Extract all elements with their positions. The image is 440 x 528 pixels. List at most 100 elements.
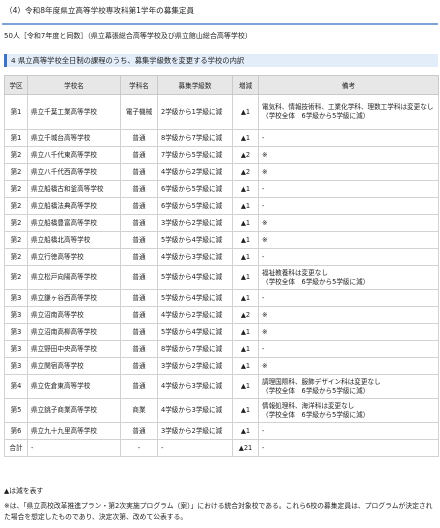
change-cell: ▲1 bbox=[232, 398, 259, 423]
change-cell: ▲1 bbox=[232, 180, 259, 198]
department-cell: 普通 bbox=[120, 197, 158, 215]
school-cell: 県立船橋豊富高等学校 bbox=[27, 214, 121, 232]
header-school: 学校名 bbox=[27, 75, 121, 95]
footnote: ※は、「県立高校改革推進プラン・第2次実施プログラム（案）」における統合対象校で… bbox=[4, 502, 433, 521]
school-cell: 県立船橋法典高等学校 bbox=[27, 197, 121, 215]
note-cell: ※ bbox=[258, 214, 439, 232]
district-cell: 第3 bbox=[4, 357, 28, 375]
note-cell: - bbox=[258, 422, 439, 440]
change-cell: ▲1 bbox=[232, 94, 259, 130]
district-cell: 第3 bbox=[4, 306, 28, 324]
school-cell: 県立沼南高柳高等学校 bbox=[27, 323, 121, 341]
district-cell: 第2 bbox=[4, 197, 28, 215]
note-cell: - bbox=[258, 129, 439, 147]
department-cell: 電子機械 bbox=[120, 94, 158, 130]
school-cell: 県立鎌ヶ谷西高等学校 bbox=[27, 289, 121, 307]
school-cell: 県立千城台高等学校 bbox=[27, 129, 121, 147]
note-cell: - bbox=[258, 289, 439, 307]
table-row: 第3 県立野田中央高等学校 普通 8学級から7学級に減 ▲1- bbox=[4, 340, 439, 358]
department-cell: 普通 bbox=[120, 129, 158, 147]
department-cell: 商業 bbox=[120, 398, 158, 423]
department-cell: 普通 bbox=[120, 422, 158, 440]
classes-cell: 2学級から1学級に減 bbox=[157, 94, 233, 130]
classes-cell: 5学級から4学級に減 bbox=[157, 323, 233, 341]
header-district: 学区 bbox=[4, 75, 28, 95]
note-cell: - bbox=[258, 248, 439, 266]
district-cell: 第2 bbox=[4, 265, 28, 290]
department-cell: 普通 bbox=[120, 374, 158, 399]
change-cell: ▲21 bbox=[232, 439, 259, 457]
table-row: 第2 県立八千代東高等学校 普通 7学級から5学級に減 ▲2 ※ bbox=[4, 146, 439, 164]
table-row: 第2 県立松戸向陽高等学校 普通 5学級から4学級に減 ▲1 福祉教養科は変更なし （学校… bbox=[4, 265, 439, 290]
classes-cell: 3学級から2学級に減 bbox=[157, 357, 233, 375]
table-row: 第2 県立船橋法典高等学校 普通 6学級から5学級に減 ▲1- bbox=[4, 197, 439, 215]
note-cell: 福祉教養科は変更なし （学校全体 6学級から5学級に減） bbox=[258, 265, 439, 290]
header-notes: 備考 bbox=[258, 75, 439, 95]
change-table: 学区 学校名 学科名 募集学級数 増減 備考 第1 県立千葉工業高等学校 電子機械 2… bbox=[4, 75, 439, 457]
note-cell: ※ bbox=[258, 146, 439, 164]
department-cell: 普通 bbox=[120, 248, 158, 266]
note-cell: - bbox=[258, 439, 439, 457]
district-cell: 第5 bbox=[4, 398, 28, 423]
department-cell: 普通 bbox=[120, 214, 158, 232]
school-cell: 県立沼南高等学校 bbox=[27, 306, 121, 324]
table-row: 第3 県立鎌ヶ谷西高等学校 普通 5学級から4学級に減 ▲1- bbox=[4, 289, 439, 307]
table-row: 第3 県立関宿高等学校 普通 3学級から2学級に減 ▲1 ※ bbox=[4, 357, 439, 375]
enrollment-line: 50人［令和7年度と同数］（県立幕張総合高等学校及び県立館山総合高等学校） bbox=[4, 32, 252, 40]
school-cell: 県立行徳高等学校 bbox=[27, 248, 121, 266]
district-cell: 第6 bbox=[4, 422, 28, 440]
table-row: 第2 県立船橋豊富高等学校 普通 3学級から2学級に減 ▲1 ※ bbox=[4, 214, 439, 232]
change-cell: ▲1 bbox=[232, 231, 259, 249]
change-cell: ▲1 bbox=[232, 357, 259, 375]
district-cell: 第1 bbox=[4, 129, 28, 147]
district-cell: 第2 bbox=[4, 248, 28, 266]
change-cell: ▲1 bbox=[232, 129, 259, 147]
table-row: 第2 県立船橋古和釜高等学校 普通 6学級から5学級に減 ▲1- bbox=[4, 180, 439, 198]
classes-cell: 8学級から7学級に減 bbox=[157, 340, 233, 358]
note-cell: 調理国際科、服飾デザイン科は変更なし （学校全体 6学級から5学級に減） bbox=[258, 374, 439, 399]
classes-cell: 4学級から3学級に減 bbox=[157, 248, 233, 266]
classes-cell: 7学級から5学級に減 bbox=[157, 146, 233, 164]
classes-cell: 4学級から2学級に減 bbox=[157, 163, 233, 181]
header-change: 増減 bbox=[232, 75, 259, 95]
change-cell: ▲1 bbox=[232, 214, 259, 232]
district-cell: 合計 bbox=[4, 439, 28, 457]
district-cell: 第4 bbox=[4, 374, 28, 399]
department-cell: 普通 bbox=[120, 146, 158, 164]
school-cell: 県立関宿高等学校 bbox=[27, 357, 121, 375]
note-cell: - bbox=[258, 180, 439, 198]
classes-cell: 3学級から2学級に減 bbox=[157, 214, 233, 232]
department-cell: 普通 bbox=[120, 340, 158, 358]
change-cell: ▲2 bbox=[232, 306, 259, 324]
change-cell: ▲1 bbox=[232, 323, 259, 341]
district-cell: 第2 bbox=[4, 163, 28, 181]
note-cell: 情報処理科、海洋科は変更なし （学校全体 6学級から5学級に減） bbox=[258, 398, 439, 423]
note-cell: ※ bbox=[258, 163, 439, 181]
table-row: 第6 県立九十九里高等学校 普通 3学級から2学級に減 ▲1- bbox=[4, 422, 439, 440]
district-cell: 第3 bbox=[4, 289, 28, 307]
school-cell: 県立九十九里高等学校 bbox=[27, 422, 121, 440]
school-cell: 県立野田中央高等学校 bbox=[27, 340, 121, 358]
note-cell: 電気科、情報技術科、工業化学科、理数工学科は変更なし （学校全体 6学級から5学… bbox=[258, 94, 439, 130]
table-row: 第3 県立沼南高等学校 普通 4学級から2学級に減 ▲2 ※ bbox=[4, 306, 439, 324]
table-row: 第2 県立八千代西高等学校 普通 4学級から2学級に減 ▲2 ※ bbox=[4, 163, 439, 181]
classes-cell: 5学級から4学級に減 bbox=[157, 265, 233, 290]
school-cell: 県立八千代東高等学校 bbox=[27, 146, 121, 164]
classes-cell: 4学級から3学級に減 bbox=[157, 374, 233, 399]
note-cell: - bbox=[258, 197, 439, 215]
classes-cell: 3学級から2学級に減 bbox=[157, 422, 233, 440]
change-cell: ▲1 bbox=[232, 248, 259, 266]
district-cell: 第3 bbox=[4, 340, 28, 358]
change-cell: ▲2 bbox=[232, 146, 259, 164]
school-cell: 県立佐倉東高等学校 bbox=[27, 374, 121, 399]
department-cell: 普通 bbox=[120, 265, 158, 290]
note-cell: ※ bbox=[258, 231, 439, 249]
school-cell: 県立千葉工業高等学校 bbox=[27, 94, 121, 130]
note-cell: ※ bbox=[258, 306, 439, 324]
classes-cell: 6学級から5学級に減 bbox=[157, 197, 233, 215]
school-cell: 県立八千代西高等学校 bbox=[27, 163, 121, 181]
classes-cell: 5学級から4学級に減 bbox=[157, 289, 233, 307]
school-cell: 県立松戸向陽高等学校 bbox=[27, 265, 121, 290]
district-cell: 第2 bbox=[4, 146, 28, 164]
section-title: （4）令和8年度県立高等学校専攻科第1学年の募集定員 bbox=[2, 4, 438, 25]
